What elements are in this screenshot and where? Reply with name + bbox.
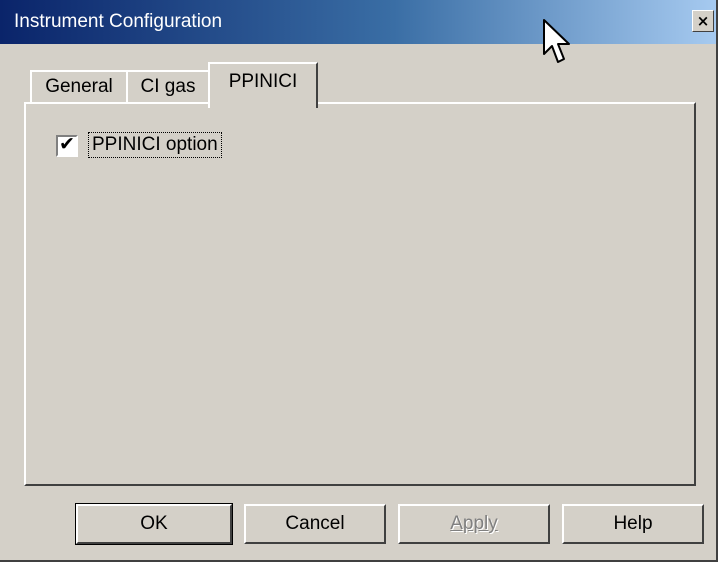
- ppinici-option-label[interactable]: PPINICI option: [88, 132, 222, 158]
- help-button[interactable]: Help: [562, 504, 704, 544]
- tab-ci-gas[interactable]: CI gas: [126, 70, 210, 104]
- cancel-button[interactable]: Cancel: [244, 504, 386, 544]
- tab-panel-ppinici: [24, 102, 696, 486]
- window-title: Instrument Configuration: [14, 11, 223, 32]
- tab-general[interactable]: General: [30, 70, 128, 104]
- apply-button[interactable]: Apply: [398, 504, 550, 544]
- arrow-cursor-icon: [543, 19, 570, 63]
- ok-button-label: OK: [140, 513, 168, 534]
- tab-ppinici[interactable]: PPINICI: [208, 62, 318, 108]
- ok-button[interactable]: OK: [75, 503, 233, 545]
- checkmark-icon: ✔: [59, 133, 75, 155]
- title-bar[interactable]: Instrument Configuration ×: [0, 0, 716, 44]
- tab-ppinici-label: PPINICI: [228, 71, 298, 92]
- help-button-label: Help: [613, 513, 653, 534]
- ppinici-option-checkbox[interactable]: ✔: [56, 133, 78, 157]
- tab-ci-gas-label: CI gas: [140, 76, 196, 97]
- close-icon: ×: [696, 12, 710, 30]
- instrument-configuration-dialog: Instrument Configuration × General CI ga…: [0, 0, 718, 562]
- close-button[interactable]: ×: [692, 10, 714, 32]
- cancel-button-label: Cancel: [285, 513, 345, 534]
- tab-general-label: General: [45, 76, 113, 97]
- apply-button-label: Apply: [450, 513, 498, 534]
